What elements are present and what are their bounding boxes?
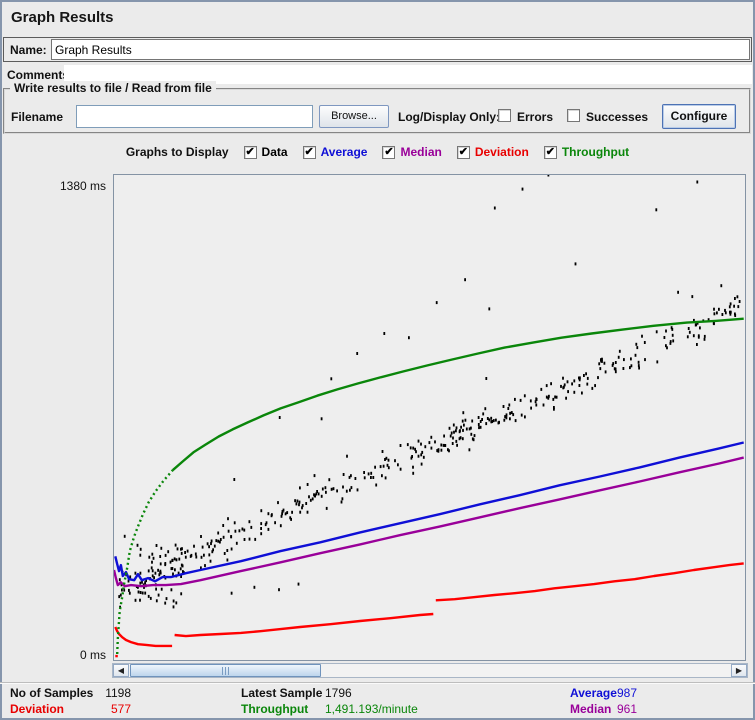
deviation-stat-value: 577 [110,702,131,716]
deviation-checkbox[interactable]: ✔ [456,145,470,159]
option-throughput: ✔ Throughput [543,145,630,159]
graphs-to-display-row: Graphs to Display ✔ Data ✔ Average ✔ Med… [0,143,755,161]
average-stat-value: 987 [617,686,638,700]
median-stat-label: Median [570,702,612,716]
median-checkbox[interactable]: ✔ [382,145,396,159]
scrollbar-grip-icon [222,666,229,675]
latest-sample-label: Latest Sample [241,686,323,700]
name-label: Name: [10,43,47,57]
option-average: ✔ Average [302,145,368,159]
no-of-samples-value: 1198 [105,686,131,700]
throughput-label: Throughput [561,145,630,159]
configure-button[interactable]: Configure [662,104,736,129]
name-input[interactable] [51,39,750,60]
stats-separator [0,682,755,684]
errors-checkbox[interactable] [498,109,511,122]
option-median: ✔ Median [382,145,442,159]
scrollbar-right-arrow-icon[interactable]: ▶ [731,664,747,677]
deviation-stat-label: Deviation [10,702,65,716]
scrollbar-left-arrow-icon[interactable]: ◀ [113,664,129,677]
log-display-only-label: Log/Display Only: [398,110,501,124]
graph-plot-area [113,174,746,661]
average-label: Average [320,145,368,159]
successes-label: Successes [586,110,649,124]
throughput-stat-label: Throughput [241,702,309,716]
browse-button[interactable]: Browse... [319,105,389,128]
graph-results-panel: Graph Results Name: Comments: Write resu… [0,0,755,720]
data-label: Data [261,145,288,159]
throughput-checkbox[interactable]: ✔ [543,145,557,159]
errors-label: Errors [517,110,554,124]
scrollbar-thumb[interactable] [130,664,321,677]
graphs-to-display-label: Graphs to Display [125,145,229,159]
median-label: Median [400,145,442,159]
option-data: ✔ Data [243,145,288,159]
option-deviation: ✔ Deviation [456,145,529,159]
y-axis-max-label: 1380 ms [59,179,106,193]
average-checkbox[interactable]: ✔ [302,145,316,159]
successes-checkbox[interactable] [567,109,580,122]
latest-sample-value: 1796 [325,686,352,700]
average-stat-label: Average [570,686,617,700]
y-axis-min-label: 0 ms [79,648,106,662]
data-checkbox[interactable]: ✔ [243,145,257,159]
write-results-group-title: Write results to file / Read from file [10,81,216,95]
name-row: Name: [3,37,752,62]
median-stat-value: 961 [617,702,638,716]
horizontal-scrollbar[interactable]: ◀ ▶ [112,663,748,678]
no-of-samples-label: No of Samples [10,686,94,700]
throughput-stat-value: 1,491.193/minute [325,702,418,716]
graph-canvas [114,175,744,658]
filename-input[interactable] [76,105,313,128]
deviation-label: Deviation [474,145,529,159]
filename-label: Filename [11,110,64,124]
page-title: Graph Results [11,9,114,26]
